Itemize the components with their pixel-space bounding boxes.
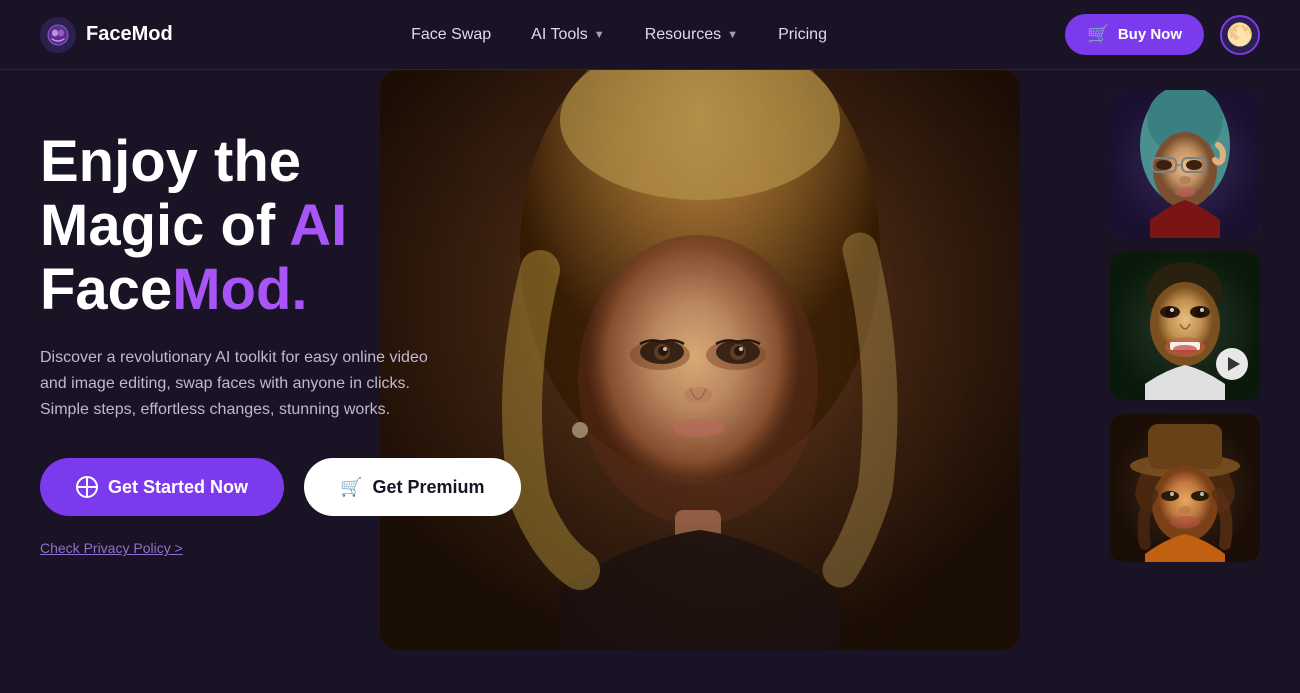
ai-tools-chevron-icon: ▼ [594, 29, 605, 41]
nav-pricing[interactable]: Pricing [778, 26, 827, 44]
nav-face-swap[interactable]: Face Swap [411, 26, 491, 44]
logo-icon [40, 17, 76, 53]
avatar-image: 🌕 [1226, 22, 1253, 48]
hero-title-facemod: FaceMod. [40, 257, 308, 322]
side-thumbnails [1110, 90, 1260, 562]
hero-main-image [380, 70, 1020, 650]
hero-section: Enjoy the Magic of AI FaceMod. Discover … [0, 70, 1300, 693]
buy-now-button[interactable]: 🛒 Buy Now [1065, 14, 1204, 55]
nav-links: Face Swap AI Tools ▼ Resources ▼ Pricing [411, 26, 827, 44]
hero-title-mod: Mod. [172, 257, 307, 322]
logo[interactable]: FaceMod [40, 17, 173, 53]
cart-icon: 🛒 [1087, 24, 1109, 45]
globe-icon [76, 476, 98, 498]
nav-ai-tools[interactable]: AI Tools ▼ [531, 26, 605, 44]
thumbnail-3[interactable] [1110, 414, 1260, 562]
nav-resources[interactable]: Resources ▼ [645, 26, 738, 44]
hero-subtitle: Discover a revolutionary AI toolkit for … [40, 345, 440, 422]
user-avatar[interactable]: 🌕 [1220, 15, 1260, 55]
play-button[interactable] [1216, 348, 1248, 380]
brand-name: FaceMod [86, 23, 173, 46]
cart-icon-premium: 🛒 [340, 477, 362, 498]
hero-buttons: Get Started Now 🛒 Get Premium [40, 458, 460, 516]
thumbnail-1[interactable] [1110, 90, 1260, 238]
hero-title-magic: Magic of AI [40, 193, 347, 258]
nav-right: 🛒 Buy Now 🌕 [1065, 14, 1260, 55]
navbar: FaceMod Face Swap AI Tools ▼ Resources ▼… [0, 0, 1300, 70]
hero-title-ai: AI [289, 193, 347, 258]
hero-title: Enjoy the Magic of AI FaceMod. [40, 130, 460, 321]
resources-chevron-icon: ▼ [727, 29, 738, 41]
hero-text: Enjoy the Magic of AI FaceMod. Discover … [40, 130, 460, 558]
get-started-button[interactable]: Get Started Now [40, 458, 284, 516]
thumbnail-2[interactable] [1110, 252, 1260, 400]
get-premium-button[interactable]: 🛒 Get Premium [304, 458, 520, 516]
hero-title-line1: Enjoy the [40, 129, 301, 194]
privacy-policy-link[interactable]: Check Privacy Policy > [40, 540, 183, 556]
